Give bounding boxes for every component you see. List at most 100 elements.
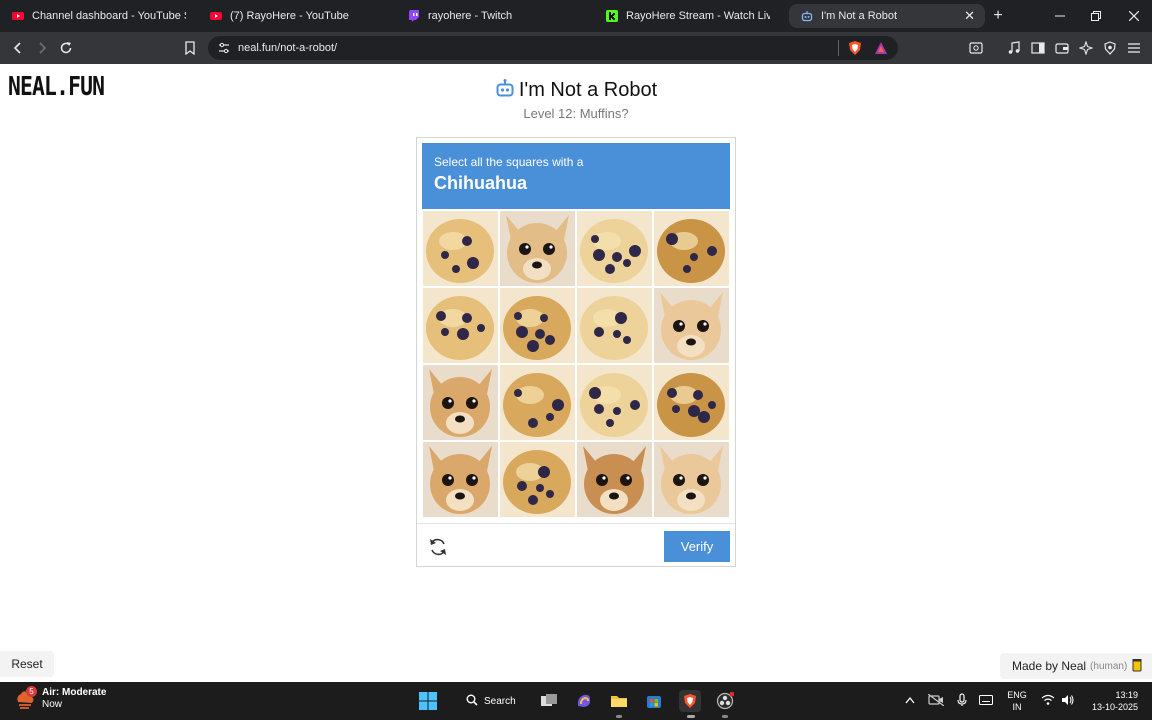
brave-taskbar-icon[interactable] bbox=[679, 690, 701, 712]
browser-toolbar: neal.fun/not-a-robot/ bbox=[0, 32, 1152, 64]
tab-label: (7) RayoHere - YouTube bbox=[230, 10, 349, 22]
weather-sub: Now bbox=[42, 699, 63, 710]
captcha-tile-muffin[interactable] bbox=[577, 288, 652, 363]
close-tab-icon[interactable]: ✕ bbox=[964, 8, 975, 24]
tab-youtube-studio[interactable]: Channel dashboard - YouTube Studio bbox=[0, 0, 196, 32]
back-icon[interactable] bbox=[8, 38, 28, 58]
captcha-tile-muffin[interactable] bbox=[500, 288, 575, 363]
verify-button[interactable]: Verify bbox=[664, 531, 730, 562]
tab-not-a-robot[interactable]: I'm Not a Robot ✕ bbox=[789, 4, 985, 28]
forward-icon[interactable] bbox=[32, 38, 52, 58]
windows-taskbar: 5 Air: Moderate Now Search ENG IN 13:19 … bbox=[0, 682, 1152, 720]
captcha-tile-muffin[interactable] bbox=[577, 365, 652, 440]
captcha-tile-muffin[interactable] bbox=[654, 211, 729, 286]
obs-icon[interactable] bbox=[715, 691, 735, 711]
tab-label: rayohere - Twitch bbox=[428, 10, 513, 22]
system-clock[interactable]: 13:19 13-10-2025 bbox=[1084, 689, 1138, 713]
made-by-text: Made by Neal bbox=[1012, 659, 1087, 673]
muffin-image bbox=[654, 365, 729, 440]
show-hidden-icons[interactable] bbox=[902, 692, 918, 708]
screenshot-icon[interactable] bbox=[966, 38, 986, 58]
meet-now-icon[interactable] bbox=[928, 692, 944, 708]
clock-time: 13:19 bbox=[1115, 690, 1138, 700]
chihuahua-image bbox=[423, 365, 498, 440]
air-quality-icon: 5 bbox=[14, 686, 37, 710]
muffin-image bbox=[500, 365, 575, 440]
chihuahua-image bbox=[654, 442, 729, 517]
captcha-tile-muffin[interactable] bbox=[500, 442, 575, 517]
windows-start-icon[interactable] bbox=[418, 691, 438, 711]
tab-youtube[interactable]: (7) RayoHere - YouTube bbox=[198, 0, 394, 32]
brave-shields-icon[interactable] bbox=[845, 38, 865, 58]
captcha-tile-chihuahua[interactable] bbox=[423, 442, 498, 517]
taskbar-search[interactable]: Search bbox=[458, 688, 524, 714]
sidebar-icon[interactable] bbox=[1028, 38, 1048, 58]
new-tab-button[interactable]: + bbox=[990, 7, 1006, 25]
tab-kick[interactable]: RayoHere Stream - Watch Live on Kick bbox=[594, 0, 780, 32]
muffin-image bbox=[654, 211, 729, 286]
task-view-icon[interactable] bbox=[539, 691, 559, 711]
robot-icon bbox=[801, 10, 813, 22]
keyboard-icon[interactable] bbox=[978, 692, 994, 708]
minimize-icon[interactable] bbox=[1050, 6, 1070, 26]
running-indicator bbox=[687, 715, 695, 718]
twitch-icon bbox=[408, 10, 420, 22]
captcha-instruction: Select all the squares with a bbox=[434, 155, 584, 169]
captcha-target: Chihuahua bbox=[434, 173, 527, 193]
tab-label: Channel dashboard - YouTube Studio bbox=[32, 10, 186, 22]
weather-text: Air: Moderate Now bbox=[42, 687, 106, 711]
captcha-tile-chihuahua[interactable] bbox=[654, 442, 729, 517]
microphone-icon[interactable] bbox=[954, 692, 970, 708]
menu-icon[interactable] bbox=[1124, 38, 1144, 58]
tab-twitch[interactable]: rayohere - Twitch bbox=[396, 0, 592, 32]
level-subtitle: Level 12: Muffins? bbox=[523, 106, 629, 121]
leo-ai-icon[interactable] bbox=[1076, 38, 1096, 58]
file-explorer-icon[interactable] bbox=[609, 691, 629, 711]
weather-widget[interactable]: 5 Air: Moderate Now bbox=[14, 686, 106, 711]
muffin-image bbox=[500, 288, 575, 363]
wallet-icon[interactable] bbox=[1052, 38, 1072, 58]
close-window-icon[interactable] bbox=[1124, 6, 1144, 26]
captcha-tile-muffin[interactable] bbox=[423, 288, 498, 363]
reload-challenge-icon[interactable] bbox=[427, 536, 449, 558]
restore-icon[interactable] bbox=[1086, 6, 1106, 26]
captcha-tile-muffin[interactable] bbox=[577, 211, 652, 286]
media-icon[interactable] bbox=[1004, 38, 1024, 58]
reset-button[interactable]: Reset bbox=[0, 651, 54, 677]
captcha-tile-chihuahua[interactable] bbox=[577, 442, 652, 517]
region-code: IN bbox=[1012, 702, 1022, 712]
vpn-icon[interactable] bbox=[1100, 38, 1120, 58]
captcha-widget: Select all the squares with a Chihuahua … bbox=[416, 137, 736, 567]
page-header: I'm Not a Robot bbox=[0, 78, 1152, 103]
captcha-tile-muffin[interactable] bbox=[654, 365, 729, 440]
made-by-badge[interactable]: Made by Neal (human) bbox=[1000, 653, 1152, 679]
captcha-tile-muffin[interactable] bbox=[500, 365, 575, 440]
captcha-header: Select all the squares with a Chihuahua bbox=[422, 143, 730, 209]
captcha-tile-muffin[interactable] bbox=[423, 211, 498, 286]
search-icon bbox=[466, 694, 478, 709]
microsoft-store-icon[interactable] bbox=[644, 691, 664, 711]
chihuahua-image bbox=[654, 288, 729, 363]
weather-title: Air: Moderate bbox=[42, 687, 107, 698]
running-indicator bbox=[722, 715, 728, 718]
reload-icon[interactable] bbox=[56, 38, 76, 58]
url-text: neal.fun/not-a-robot/ bbox=[238, 42, 338, 54]
copilot-icon[interactable] bbox=[574, 691, 594, 711]
browser-tab-strip: Channel dashboard - YouTube Studio (7) R… bbox=[0, 0, 1152, 32]
captcha-tile-chihuahua[interactable] bbox=[654, 288, 729, 363]
volume-icon[interactable] bbox=[1060, 692, 1076, 708]
youtube-icon bbox=[210, 10, 222, 22]
search-label: Search bbox=[484, 695, 516, 707]
weather-badge: 5 bbox=[26, 686, 37, 697]
site-info-icon[interactable] bbox=[218, 42, 230, 57]
bookmark-icon[interactable] bbox=[180, 38, 200, 58]
brave-rewards-icon[interactable] bbox=[871, 38, 891, 58]
muffin-image bbox=[423, 288, 498, 363]
captcha-tile-chihuahua[interactable] bbox=[423, 365, 498, 440]
captcha-tile-chihuahua[interactable] bbox=[500, 211, 575, 286]
muffin-image bbox=[577, 211, 652, 286]
wifi-icon[interactable] bbox=[1040, 692, 1056, 708]
youtube-studio-icon bbox=[12, 10, 24, 22]
language-indicator[interactable]: ENG IN bbox=[1006, 689, 1028, 713]
address-bar[interactable]: neal.fun/not-a-robot/ bbox=[208, 36, 898, 60]
